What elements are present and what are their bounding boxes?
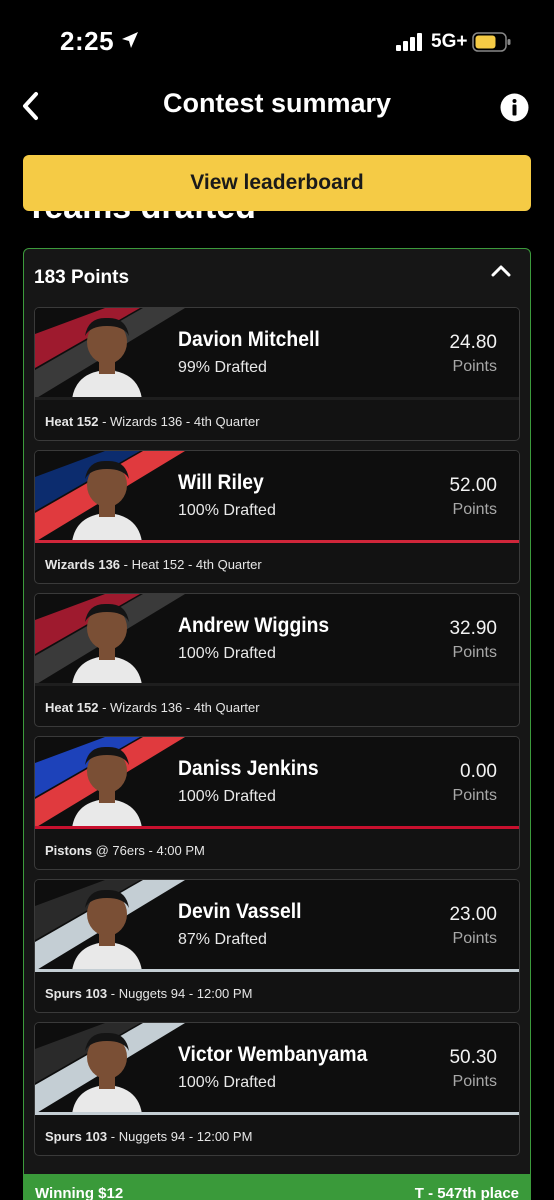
drafted-percent: 99% Drafted: [178, 359, 267, 376]
page-title: Contest summary: [162, 88, 392, 118]
drafted-percent: 100% Drafted: [178, 788, 276, 805]
team-stripe: [35, 826, 519, 829]
card-header: Davion Mitchell 99% Drafted 24.80 Points: [35, 308, 519, 399]
player-card[interactable]: Will Riley 100% Drafted 52.00 Points Wiz…: [34, 450, 520, 584]
points-label: Points: [452, 358, 497, 375]
location-arrow-icon: [122, 32, 138, 48]
points-label: Points: [452, 1073, 497, 1090]
team-score: Pistons: [45, 843, 92, 858]
clock: 2:25: [60, 26, 115, 56]
view-leaderboard-button[interactable]: View leaderboard: [23, 155, 531, 211]
team-score: Spurs 103: [45, 986, 108, 1001]
player-name: Andrew Wiggins: [178, 614, 330, 637]
game-status: Heat 152 - Wizards 136 - 4th Quarter: [45, 414, 260, 429]
player-points: 24.80: [449, 332, 497, 353]
player-headshot-icon: [72, 746, 142, 828]
team-stripe: [35, 540, 519, 543]
player-card[interactable]: Daniss Jenkins 100% Drafted 0.00 Points …: [34, 736, 520, 870]
game-status: Wizards 136 - Heat 152 - 4th Quarter: [45, 557, 262, 572]
team-score: Spurs 103: [45, 1129, 108, 1144]
player-headshot-icon: [72, 317, 142, 399]
game-status: Pistons @ 76ers - 4:00 PM: [45, 843, 205, 858]
panel-total-points: 183 Points: [34, 267, 130, 288]
player-card[interactable]: Andrew Wiggins 100% Drafted 32.90 Points…: [34, 593, 520, 727]
game-status: Spurs 103 - Nuggets 94 - 12:00 PM: [45, 986, 252, 1001]
info-icon[interactable]: [500, 93, 529, 122]
points-label: Points: [452, 644, 497, 661]
game-detail: - Wizards 136 - 4th Quarter: [98, 414, 260, 429]
game-status: Heat 152 - Wizards 136 - 4th Quarter: [45, 700, 260, 715]
player-points: 50.30: [449, 1047, 497, 1068]
player-points: 23.00: [449, 904, 497, 925]
network-type: 5G+: [431, 31, 468, 52]
team-stripe: [35, 397, 519, 400]
battery-icon: [472, 32, 511, 52]
cellular-signal-icon: [396, 33, 422, 51]
player-name: Will Riley: [178, 471, 264, 494]
player-points: 32.90: [449, 618, 497, 639]
game-detail: - Heat 152 - 4th Quarter: [120, 557, 262, 572]
player-name: Devin Vassell: [178, 900, 302, 923]
winning-amount: Winning $12: [35, 1185, 124, 1200]
points-label: Points: [452, 787, 497, 804]
game-detail: @ 76ers - 4:00 PM: [91, 843, 205, 858]
player-name: Daniss Jenkins: [178, 757, 319, 780]
team-stripe: [35, 683, 519, 686]
game-detail: - Wizards 136 - 4th Quarter: [98, 700, 260, 715]
player-name: Davion Mitchell: [178, 328, 320, 351]
card-header: Will Riley 100% Drafted 52.00 Points: [35, 451, 519, 542]
player-card[interactable]: Davion Mitchell 99% Drafted 24.80 Points…: [34, 307, 520, 441]
game-detail: - Nuggets 94 - 12:00 PM: [107, 1129, 253, 1144]
player-headshot-icon: [72, 603, 142, 685]
card-header: Andrew Wiggins 100% Drafted 32.90 Points: [35, 594, 519, 685]
team-score: Heat 152: [45, 700, 99, 715]
content-area: Teams drafted View leaderboard 183 Point…: [0, 150, 554, 1200]
team-score: Heat 152: [45, 414, 99, 429]
player-points: 0.00: [460, 761, 497, 782]
drafted-percent: 100% Drafted: [178, 1074, 276, 1091]
nav-bar: Contest summary: [0, 80, 554, 136]
chevron-up-icon[interactable]: [490, 263, 512, 279]
team-stripe: [35, 969, 519, 972]
team-panel: 183 Points Davion Mitchell 99% Drafted 2…: [23, 248, 531, 1200]
game-detail: - Nuggets 94 - 12:00 PM: [107, 986, 253, 1001]
drafted-percent: 100% Drafted: [178, 645, 276, 662]
drafted-percent: 100% Drafted: [178, 502, 276, 519]
team-score: Wizards 136: [45, 557, 121, 572]
team-stripe: [35, 1112, 519, 1115]
game-status: Spurs 103 - Nuggets 94 - 12:00 PM: [45, 1129, 252, 1144]
status-bar: 2:25 5G+: [0, 0, 554, 80]
winning-bar: Winning $12 T - 547th place: [23, 1174, 531, 1200]
player-card[interactable]: Victor Wembanyama 100% Drafted 50.30 Poi…: [34, 1022, 520, 1156]
points-label: Points: [452, 930, 497, 947]
drafted-percent: 87% Drafted: [178, 931, 267, 948]
card-header: Victor Wembanyama 100% Drafted 50.30 Poi…: [35, 1023, 519, 1114]
placement: T - 547th place: [414, 1185, 519, 1200]
player-headshot-icon: [72, 1032, 142, 1114]
player-points: 52.00: [449, 475, 497, 496]
player-headshot-icon: [72, 889, 142, 971]
card-header: Devin Vassell 87% Drafted 23.00 Points: [35, 880, 519, 971]
card-header: Daniss Jenkins 100% Drafted 0.00 Points: [35, 737, 519, 828]
player-headshot-icon: [72, 460, 142, 542]
player-card[interactable]: Devin Vassell 87% Drafted 23.00 Points S…: [34, 879, 520, 1013]
player-name: Victor Wembanyama: [178, 1043, 368, 1066]
points-label: Points: [452, 501, 497, 518]
